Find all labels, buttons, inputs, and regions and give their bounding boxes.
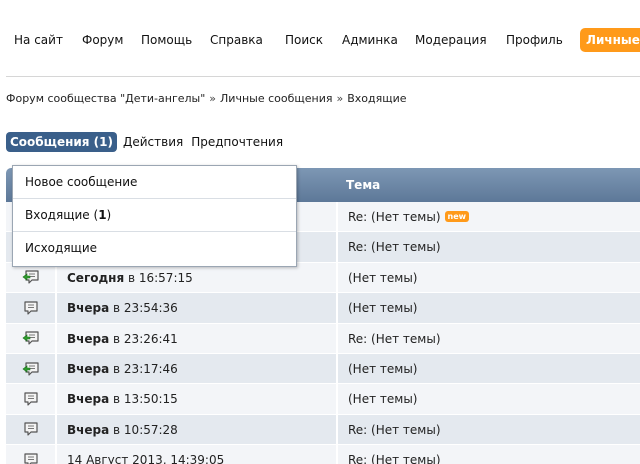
subject-link[interactable]: Re: (Нет темы) xyxy=(348,453,441,464)
date-time: в 13:50:15 xyxy=(109,392,178,407)
message-icon xyxy=(23,421,39,437)
table-row[interactable]: Вчера в 23:17:46 (Нет темы) xyxy=(6,353,640,385)
message-subject: Re: (Нет темы) xyxy=(338,232,640,262)
subject-link[interactable]: Re: (Нет темы) xyxy=(348,423,441,437)
header-divider xyxy=(6,76,640,77)
tab-preferences[interactable]: Предпочтения xyxy=(191,132,283,152)
table-row[interactable]: Вчера в 23:54:36 (Нет темы) xyxy=(6,293,640,324)
message-date: Вчера в 13:50:15 xyxy=(57,384,337,414)
tab-actions[interactable]: Действия xyxy=(123,132,183,152)
pm-subtabs: Сообщения (1) Действия Предпочтения xyxy=(6,132,291,152)
date-day: Вчера xyxy=(67,331,110,346)
dropdown-item-inbox[interactable]: Входящие (1) xyxy=(13,199,296,232)
menu-item-to-site[interactable]: На сайт xyxy=(10,28,67,52)
subject-link[interactable]: Re: (Нет темы) xyxy=(348,210,441,224)
subject-link[interactable]: (Нет темы) xyxy=(348,362,417,376)
message-subject: (Нет темы) xyxy=(338,384,640,414)
menu-item-help[interactable]: Помощь xyxy=(137,28,196,52)
message-icon xyxy=(23,391,39,407)
message-subject: (Нет темы) xyxy=(338,262,640,293)
date-time: 14 Август 2013, 14:39:05 xyxy=(67,453,225,464)
reply-message-icon xyxy=(22,330,40,346)
breadcrumb: Форум сообщества "Дети-ангелы"» Личные со… xyxy=(6,92,407,105)
table-row[interactable]: 14 Август 2013, 14:39:05 Re: (Нет темы) xyxy=(6,445,640,464)
message-icon-cell xyxy=(6,262,56,293)
message-subject: Re: (Нет темы) xyxy=(338,445,640,464)
menu-item-admin[interactable]: Админка xyxy=(338,28,402,52)
table-row[interactable]: Вчера в 10:57:28 Re: (Нет темы) xyxy=(6,414,640,446)
date-day: Вчера xyxy=(67,392,110,407)
table-row[interactable]: Вчера в 23:26:41 Re: (Нет темы) xyxy=(6,323,640,354)
inbox-count: 1 xyxy=(98,208,107,222)
menu-item-search[interactable]: Поиск xyxy=(281,28,327,52)
message-date: Вчера в 10:57:28 xyxy=(57,414,337,445)
message-icon-cell xyxy=(6,293,56,323)
message-icon-cell xyxy=(6,353,56,384)
message-icon-cell xyxy=(6,445,56,464)
subject-column-header[interactable]: Тема xyxy=(346,168,380,202)
new-badge: new xyxy=(444,211,470,222)
menu-item-reference[interactable]: Справка xyxy=(206,28,267,52)
message-icon-cell xyxy=(6,384,56,414)
breadcrumb-separator: » xyxy=(336,92,344,105)
date-day: Вчера xyxy=(67,422,110,437)
inbox-count-open: ( xyxy=(89,208,99,222)
inbox-count-close: ) xyxy=(106,208,112,222)
table-row[interactable]: Сегодня в 16:57:15 (Нет темы) xyxy=(6,262,640,294)
message-icon-cell xyxy=(6,323,56,353)
message-subject: Re: (Нет темы) xyxy=(338,323,640,353)
message-date: Вчера в 23:26:41 xyxy=(57,323,337,353)
reply-message-icon xyxy=(22,361,40,377)
date-day: Вчера xyxy=(67,361,110,376)
message-subject: Re: (Нет темы) xyxy=(338,414,640,445)
menu-item-personal-messages[interactable]: Личные xyxy=(580,28,640,52)
breadcrumb-inbox[interactable]: Входящие xyxy=(347,92,406,105)
date-day: Вчера xyxy=(67,301,110,316)
date-time: в 16:57:15 xyxy=(124,270,193,285)
message-subject: (Нет темы) xyxy=(338,353,640,384)
menu-item-moderation[interactable]: Модерация xyxy=(411,28,491,52)
date-time: в 23:54:36 xyxy=(109,301,178,316)
table-row[interactable]: Вчера в 13:50:15 (Нет темы) xyxy=(6,384,640,415)
top-menu: На сайт Форум Помощь Справка Поиск Админ… xyxy=(0,28,640,52)
message-date: 14 Август 2013, 14:39:05 xyxy=(57,445,337,464)
reply-message-icon xyxy=(22,269,40,285)
messages-dropdown-menu: Новое сообщение Входящие (1) Исходящие xyxy=(12,165,297,267)
subject-link[interactable]: Re: (Нет темы) xyxy=(348,332,441,346)
dropdown-item-outbox[interactable]: Исходящие xyxy=(13,232,296,265)
date-time: в 10:57:28 xyxy=(109,422,178,437)
message-icon xyxy=(23,300,39,316)
inbox-label: Входящие xyxy=(25,208,90,222)
message-date: Сегодня в 16:57:15 xyxy=(57,262,337,293)
message-icon xyxy=(23,452,39,464)
date-time: в 23:17:46 xyxy=(109,361,178,376)
date-day: Сегодня xyxy=(67,270,125,285)
subject-link[interactable]: (Нет темы) xyxy=(348,392,417,406)
message-date: Вчера в 23:54:36 xyxy=(57,293,337,323)
breadcrumb-personal-messages[interactable]: Личные сообщения xyxy=(220,92,332,105)
breadcrumb-separator: » xyxy=(209,92,217,105)
message-subject: (Нет темы) xyxy=(338,293,640,323)
tab-messages[interactable]: Сообщения (1) xyxy=(6,132,117,152)
date-time: в 23:26:41 xyxy=(109,331,178,346)
dropdown-item-new-message[interactable]: Новое сообщение xyxy=(13,166,296,199)
menu-item-forum[interactable]: Форум xyxy=(78,28,127,52)
message-subject: Re: (Нет темы) new xyxy=(338,202,640,232)
subject-link[interactable]: (Нет темы) xyxy=(348,301,417,315)
message-date: Вчера в 23:17:46 xyxy=(57,353,337,384)
menu-item-profile[interactable]: Профиль xyxy=(502,28,567,52)
breadcrumb-forum[interactable]: Форум сообщества "Дети-ангелы" xyxy=(6,92,205,105)
message-icon-cell xyxy=(6,414,56,445)
subject-link[interactable]: (Нет темы) xyxy=(348,271,417,285)
subject-link[interactable]: Re: (Нет темы) xyxy=(348,240,441,254)
